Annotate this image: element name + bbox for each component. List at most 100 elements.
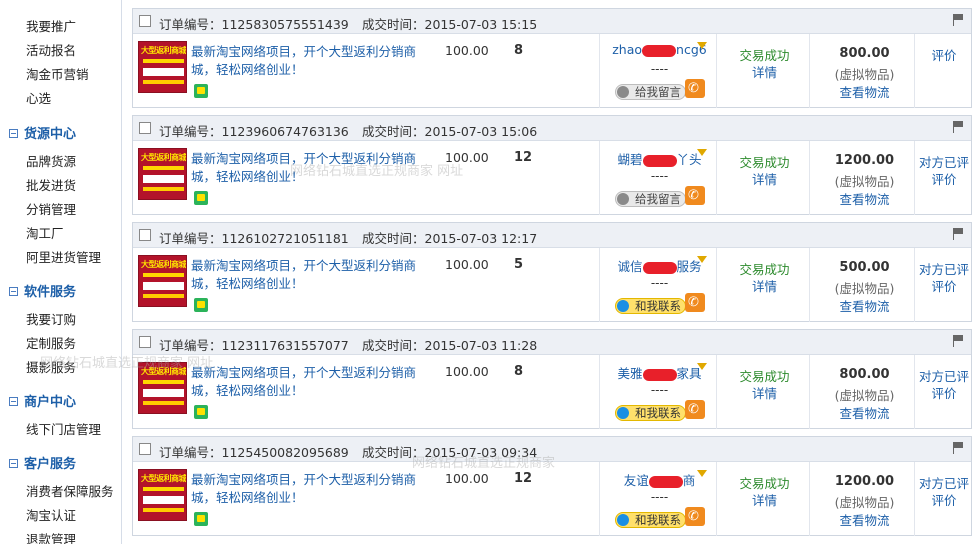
- sidebar-item[interactable]: 分销管理: [26, 199, 76, 218]
- order-checkbox[interactable]: [139, 443, 151, 455]
- filter-icon[interactable]: [697, 470, 707, 480]
- collapse-icon[interactable]: [9, 287, 18, 296]
- sidebar-section-label: 客户服务: [24, 457, 77, 472]
- sidebar-item[interactable]: 我要推广: [26, 16, 76, 35]
- order-header: 订单编号：1123117631557077 成交时间：2015-07-03 11:…: [133, 330, 971, 355]
- sidebar-item[interactable]: 定制服务: [26, 333, 76, 352]
- flag-icon[interactable]: [951, 120, 965, 134]
- view-logistics-link[interactable]: 查看物流: [814, 189, 915, 208]
- leave-message-button[interactable]: 给我留言: [615, 191, 686, 207]
- consumer-protection-icon[interactable]: [194, 512, 208, 526]
- sidebar-item[interactable]: 品牌货源: [26, 151, 76, 170]
- sidebar-section-title[interactable]: 商户中心: [9, 391, 76, 410]
- contact-me-button[interactable]: 和我联系: [615, 405, 686, 421]
- collapse-icon[interactable]: [9, 129, 18, 138]
- phone-icon[interactable]: [685, 79, 705, 98]
- column-divider: [599, 141, 600, 215]
- rate-link[interactable]: 评价: [915, 383, 973, 402]
- filter-icon[interactable]: [697, 363, 707, 373]
- rate-link[interactable]: 评价: [915, 169, 973, 188]
- sidebar-item[interactable]: 批发进货: [26, 175, 76, 194]
- leave-message-button[interactable]: 给我留言: [615, 84, 686, 100]
- phone-icon[interactable]: [685, 507, 705, 526]
- product-thumbnail[interactable]: 大型返利商城: [138, 41, 187, 93]
- rate-link[interactable]: 评价: [915, 45, 973, 64]
- filter-icon[interactable]: [697, 256, 707, 266]
- order-checkbox[interactable]: [139, 122, 151, 134]
- detail-link[interactable]: 详情: [720, 62, 809, 81]
- consumer-protection-icon[interactable]: [194, 191, 208, 205]
- buyer-placeholder: ----: [650, 490, 669, 504]
- sidebar-item[interactable]: 心选: [26, 88, 51, 107]
- view-logistics-link[interactable]: 查看物流: [814, 82, 915, 101]
- sidebar-item[interactable]: 活动报名: [26, 40, 76, 59]
- flag-cloth: [954, 228, 963, 234]
- consumer-protection-icon[interactable]: [194, 405, 208, 419]
- column-divider: [716, 248, 717, 322]
- contact-me-label: 和我联系: [635, 406, 681, 420]
- flag-icon[interactable]: [951, 13, 965, 27]
- sidebar-section-title[interactable]: 客户服务: [9, 453, 76, 472]
- order-number-value: 1125450082095689: [221, 445, 349, 460]
- rate-link[interactable]: 评价: [915, 490, 973, 509]
- consumer-protection-icon[interactable]: [194, 298, 208, 312]
- flag-icon[interactable]: [951, 441, 965, 455]
- phone-icon[interactable]: [685, 293, 705, 312]
- detail-link[interactable]: 详情: [720, 383, 809, 402]
- collapse-icon[interactable]: [9, 397, 18, 406]
- collapse-icon[interactable]: [9, 459, 18, 468]
- product-title-link[interactable]: 最新淘宝网络项目，开个大型返利分销商城，轻松网络创业！: [191, 43, 419, 79]
- detail-link[interactable]: 详情: [720, 169, 809, 188]
- phone-icon[interactable]: [685, 400, 705, 419]
- detail-link[interactable]: 详情: [720, 490, 809, 509]
- thumbnail-bar: [143, 496, 184, 504]
- column-divider: [809, 462, 810, 536]
- redaction-mark: [642, 44, 677, 57]
- sidebar-item[interactable]: 消费者保障服务: [26, 481, 114, 500]
- rate-link[interactable]: 评价: [915, 276, 973, 295]
- sidebar-section-title[interactable]: 软件服务: [9, 281, 76, 300]
- filter-icon[interactable]: [697, 149, 707, 159]
- product-thumbnail[interactable]: 大型返利商城: [138, 469, 187, 521]
- detail-link[interactable]: 详情: [720, 276, 809, 295]
- contact-me-button[interactable]: 和我联系: [615, 298, 686, 314]
- sidebar-item[interactable]: 我要订购: [26, 309, 76, 328]
- order-number: 订单编号：1123117631557077: [159, 335, 349, 354]
- thumbnail-bar: [143, 166, 184, 170]
- sidebar-item[interactable]: 淘宝认证: [26, 505, 76, 524]
- product-thumbnail[interactable]: 大型返利商城: [138, 255, 187, 307]
- order-number-value: 1123117631557077: [221, 338, 349, 353]
- sidebar-item[interactable]: 阿里进货管理: [26, 247, 101, 266]
- buyer-placeholder: ----: [650, 383, 669, 397]
- product-thumbnail[interactable]: 大型返利商城: [138, 148, 187, 200]
- sidebar-item[interactable]: 淘工厂: [26, 223, 64, 242]
- product-thumbnail[interactable]: 大型返利商城: [138, 362, 187, 414]
- product-title-link[interactable]: 最新淘宝网络项目，开个大型返利分销商城，轻松网络创业！: [191, 257, 419, 293]
- sidebar-item[interactable]: 淘金币营销: [26, 64, 89, 83]
- contact-me-button[interactable]: 和我联系: [615, 512, 686, 528]
- phone-icon[interactable]: [685, 186, 705, 205]
- view-logistics-link[interactable]: 查看物流: [814, 403, 915, 422]
- order-checkbox[interactable]: [139, 336, 151, 348]
- filter-icon[interactable]: [697, 42, 707, 52]
- total-amount: 800.00: [839, 367, 890, 382]
- sidebar-item[interactable]: 线下门店管理: [26, 419, 101, 438]
- view-logistics-link[interactable]: 查看物流: [814, 510, 915, 529]
- deal-time-label: 成交时间：: [362, 231, 425, 246]
- order-checkbox[interactable]: [139, 229, 151, 241]
- consumer-protection-icon[interactable]: [194, 84, 208, 98]
- unit-price: 100.00: [445, 364, 489, 379]
- product-title-link[interactable]: 最新淘宝网络项目，开个大型返利分销商城，轻松网络创业！: [191, 471, 419, 507]
- order-number-label: 订单编号：: [159, 445, 222, 460]
- product-title-link[interactable]: 最新淘宝网络项目，开个大型返利分销商城，轻松网络创业！: [191, 150, 419, 186]
- sidebar-item[interactable]: 退款管理: [26, 529, 76, 544]
- order-number-value: 1126102721051181: [221, 231, 349, 246]
- flag-icon[interactable]: [951, 334, 965, 348]
- product-title-link[interactable]: 最新淘宝网络项目，开个大型返利分销商城，轻松网络创业！: [191, 364, 419, 400]
- sidebar-item[interactable]: 摄影服务: [26, 357, 76, 376]
- sidebar-section-title[interactable]: 货源中心: [9, 123, 76, 142]
- view-logistics-link[interactable]: 查看物流: [814, 296, 915, 315]
- order-checkbox[interactable]: [139, 15, 151, 27]
- flag-icon[interactable]: [951, 227, 965, 241]
- buyer-placeholder: ----: [650, 169, 669, 183]
